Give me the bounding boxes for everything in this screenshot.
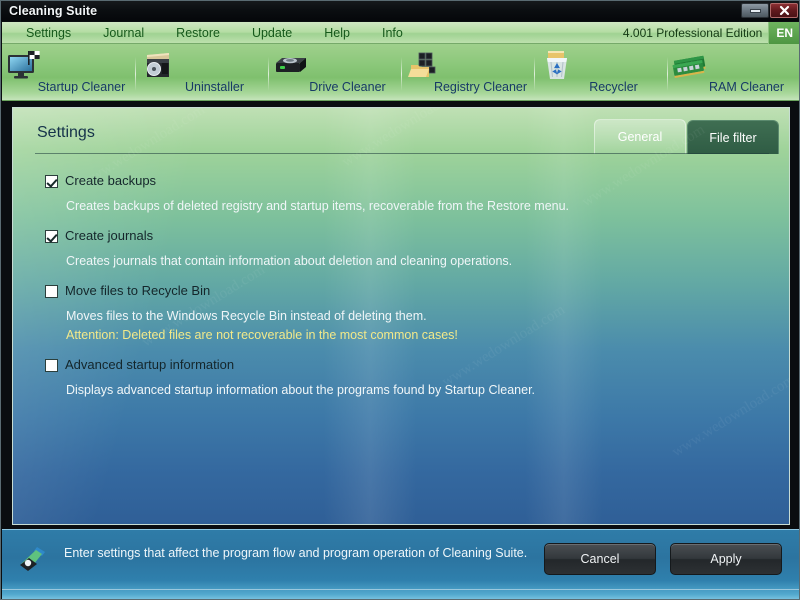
edition-label: 4.001 Professional Edition [622,26,763,40]
option-create-backups[interactable]: Create backups [45,172,745,190]
toolbar-item-drive-cleaner[interactable]: Drive Cleaner [268,43,401,100]
menu-item-help[interactable]: Help [314,24,360,42]
header-divider [35,153,769,154]
settings-panel: Settings General File filter Create back… [12,107,790,525]
status-bar: Enter settings that affect the program f… [2,529,799,599]
checkbox-advanced-startup-information[interactable] [45,359,58,372]
option-label-create-backups: Create backups [65,173,157,188]
option-advanced-startup-information[interactable]: Advanced startup information [45,356,745,374]
apply-button[interactable]: Apply [670,543,782,575]
menu-item-settings[interactable]: Settings [16,24,81,42]
toolbar-item-startup-cleaner[interactable]: Startup Cleaner [2,43,135,100]
toolbar-item-uninstaller[interactable]: Uninstaller [135,43,268,100]
close-icon [779,5,789,16]
option-warning-move-files-to-recycle-bin: Attention: Deleted files are not recover… [66,328,458,342]
menu-bar: Settings Journal Restore Update Help Inf… [2,22,799,44]
options-list: Create backups Creates backups of delete… [45,172,745,411]
option-description-create-backups: Creates backups of deleted registry and … [66,199,570,213]
title-bar: Cleaning Suite [1,1,799,21]
monitor-flag-icon [8,51,40,79]
option-label-move-files-to-recycle-bin: Move files to Recycle Bin [65,283,211,298]
version-area: 4.001 Professional Edition EN [622,22,799,44]
cd-box-icon [147,53,169,77]
checkbox-create-journals[interactable] [45,230,58,243]
recycle-bin-icon [547,51,567,79]
option-create-journals[interactable]: Create journals [45,227,745,245]
minimize-icon [749,8,761,13]
window-title: Cleaning Suite [9,4,98,18]
cancel-button[interactable]: Cancel [544,543,656,575]
application-window: Cleaning Suite Settings Journal Restore … [0,0,800,600]
registry-blocks-icon [408,52,436,77]
option-description-move-files-to-recycle-bin: Moves files to the Windows Recycle Bin i… [66,309,427,323]
tab-general[interactable]: General [594,119,686,154]
toolbar-item-registry-cleaner[interactable]: Registry Cleaner [401,43,534,100]
close-button[interactable] [770,3,798,18]
menu-item-info[interactable]: Info [372,24,413,42]
option-move-files-to-recycle-bin[interactable]: Move files to Recycle Bin [45,282,745,300]
checkbox-create-backups[interactable] [45,175,58,188]
ram-module-icon [672,55,706,78]
language-selector[interactable]: EN [768,22,799,44]
page-title: Settings [37,124,95,141]
option-description-advanced-startup-information: Displays advanced startup information ab… [66,383,536,397]
toolbar-item-ram-cleaner[interactable]: RAM Cleaner [667,43,799,100]
hard-drive-icon [276,58,306,72]
module-toolbar: Startup Cleaner Uninstaller Drive Cleane… [2,43,799,101]
menu-item-journal[interactable]: Journal [93,24,154,42]
option-label-advanced-startup-information: Advanced startup information [65,357,235,372]
tab-file-filter[interactable]: File filter [687,120,779,154]
panel-header: Settings General File filter [13,108,789,156]
tab-strip: General File filter [593,119,779,154]
toolbar-item-recycler[interactable]: Recycler [534,43,667,100]
window-controls [741,3,798,18]
broom-icon [20,547,45,571]
menu-item-update[interactable]: Update [242,24,302,42]
option-description-create-journals: Creates journals that contain informatio… [66,254,513,268]
option-label-create-journals: Create journals [65,228,154,243]
minimize-button[interactable] [741,3,769,18]
dialog-buttons: Cancel Apply [544,543,782,575]
checkbox-move-files-to-recycle-bin[interactable] [45,285,58,298]
status-message: Enter settings that affect the program f… [64,546,528,560]
menu-item-restore[interactable]: Restore [166,24,230,42]
